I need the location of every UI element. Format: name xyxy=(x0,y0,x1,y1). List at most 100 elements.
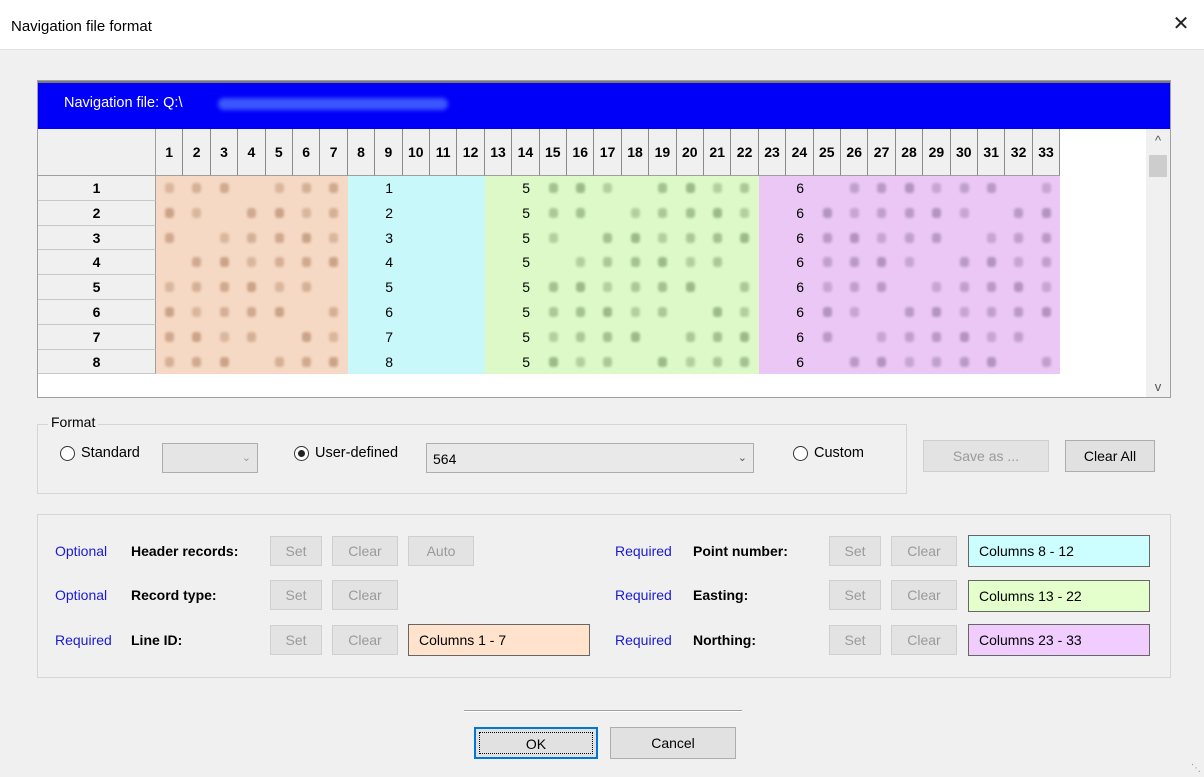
scroll-down-icon[interactable]: v xyxy=(1146,377,1170,397)
user-defined-dropdown[interactable]: 564 ⌄ xyxy=(426,443,754,473)
column-header[interactable]: 22 xyxy=(731,129,759,176)
column-header[interactable]: 2 xyxy=(183,129,211,176)
column-header[interactable]: 9 xyxy=(375,129,403,176)
redacted-cell xyxy=(685,207,695,218)
record-type-clear-button[interactable]: Clear xyxy=(332,580,398,610)
standard-dropdown[interactable]: ⌄ xyxy=(162,443,258,473)
line-id-clear-button[interactable]: Clear xyxy=(332,625,398,655)
vertical-scrollbar[interactable]: ^ v xyxy=(1146,129,1170,397)
point-number-cell: 6 xyxy=(385,304,393,320)
column-header[interactable]: 28 xyxy=(895,129,924,176)
header-auto-button[interactable]: Auto xyxy=(408,536,474,566)
record-type-set-button[interactable]: Set xyxy=(270,580,322,610)
redacted-cell xyxy=(548,356,558,367)
row-header[interactable]: 8 xyxy=(38,349,156,375)
row-header[interactable]: 2 xyxy=(38,200,156,226)
redacted-cell xyxy=(987,282,996,293)
redacted-cell xyxy=(576,331,585,342)
redacted-cell xyxy=(302,356,311,367)
point-number-label: Point number: xyxy=(693,543,788,559)
column-header[interactable]: 10 xyxy=(402,129,430,176)
point-number-set-button[interactable]: Set xyxy=(829,536,881,566)
redacted-cell xyxy=(877,356,887,367)
grid-area[interactable]: 1 2 3 4 5 6 7 8 9 10 11 12 13 14 15 16 17 18 19 20 21 22 23 24 2… xyxy=(38,129,1146,397)
column-header[interactable]: 13 xyxy=(484,129,513,176)
navigation-file-banner: Navigation file: Q:\ xyxy=(38,81,1170,129)
format-legend: Format xyxy=(48,414,99,430)
row-header[interactable]: 3 xyxy=(38,225,156,251)
column-header[interactable]: 33 xyxy=(1032,129,1061,176)
row-header[interactable]: 6 xyxy=(38,300,156,325)
column-header[interactable]: 18 xyxy=(621,129,650,176)
column-header[interactable]: 14 xyxy=(512,129,540,176)
user-defined-radio[interactable] xyxy=(294,446,309,461)
close-button[interactable]: ✕ xyxy=(1158,4,1204,44)
northing-clear-button[interactable]: Clear xyxy=(891,625,957,655)
header-clear-button[interactable]: Clear xyxy=(332,536,398,566)
redacted-cell xyxy=(932,232,942,243)
custom-radio[interactable] xyxy=(793,446,808,461)
scroll-up-icon[interactable]: ^ xyxy=(1146,131,1170,151)
ok-button[interactable]: OK xyxy=(474,727,598,759)
column-header[interactable]: 20 xyxy=(676,129,704,176)
redacted-cell xyxy=(987,183,996,193)
save-as-button[interactable]: Save as ... xyxy=(923,440,1049,472)
column-header[interactable]: 19 xyxy=(649,129,677,176)
redacted-cell xyxy=(192,356,202,367)
standard-label: Standard xyxy=(81,445,140,461)
redacted-cell xyxy=(904,356,914,367)
redacted-cell xyxy=(219,307,229,317)
row-header[interactable]: 4 xyxy=(38,250,156,276)
column-header[interactable]: 24 xyxy=(786,129,814,176)
column-header[interactable]: 23 xyxy=(758,129,787,176)
point-number-cell: 3 xyxy=(385,229,393,246)
redacted-cell xyxy=(877,207,887,218)
resize-grip-icon[interactable]: ⋱ xyxy=(1191,763,1201,774)
column-header[interactable]: 21 xyxy=(704,129,732,176)
redacted-cell xyxy=(274,282,284,293)
point-number-clear-button[interactable]: Clear xyxy=(891,536,957,566)
column-header[interactable]: 17 xyxy=(594,129,622,176)
column-header[interactable]: 11 xyxy=(430,129,458,176)
column-header[interactable]: 12 xyxy=(457,129,485,176)
column-header[interactable]: 25 xyxy=(813,129,841,176)
redacted-cell xyxy=(274,356,284,367)
line-id-set-button[interactable]: Set xyxy=(270,625,322,655)
row-header[interactable]: 5 xyxy=(38,275,156,300)
column-header[interactable]: 32 xyxy=(1005,129,1033,176)
redacted-cell xyxy=(630,232,640,243)
column-header[interactable]: 30 xyxy=(950,129,978,176)
column-header[interactable]: 3 xyxy=(210,129,239,176)
northing-label: Northing: xyxy=(693,632,756,648)
easting-clear-button[interactable]: Clear xyxy=(891,580,957,610)
redacted-cell xyxy=(630,307,640,317)
redacted-cell xyxy=(192,207,202,218)
field-definitions: Optional Header records: Set Clear Auto … xyxy=(37,514,1171,678)
column-header[interactable]: 4 xyxy=(238,129,266,176)
northing-set-button[interactable]: Set xyxy=(829,625,881,655)
row-header[interactable]: 1 xyxy=(38,176,156,201)
column-header[interactable]: 5 xyxy=(265,129,293,176)
row-header[interactable]: 7 xyxy=(38,324,156,350)
column-header[interactable]: 15 xyxy=(539,129,567,176)
clear-all-button[interactable]: Clear All xyxy=(1065,440,1155,472)
redacted-cell xyxy=(932,356,942,367)
column-header[interactable]: 6 xyxy=(293,129,321,176)
column-header[interactable]: 31 xyxy=(978,129,1006,176)
column-header[interactable]: 7 xyxy=(320,129,348,176)
column-header[interactable]: 8 xyxy=(347,129,376,176)
column-header[interactable]: 16 xyxy=(567,129,595,176)
standard-radio[interactable] xyxy=(60,446,75,461)
redacted-cell xyxy=(274,232,284,243)
easting-set-button[interactable]: Set xyxy=(829,580,881,610)
column-header[interactable]: 26 xyxy=(841,129,869,176)
column-header[interactable]: 1 xyxy=(156,129,184,176)
cancel-button[interactable]: Cancel xyxy=(610,727,736,759)
redacted-cell xyxy=(740,183,750,193)
line-id-label: Line ID: xyxy=(131,632,183,648)
header-set-button[interactable]: Set xyxy=(270,536,322,566)
column-header[interactable]: 29 xyxy=(923,129,951,176)
scroll-thumb[interactable] xyxy=(1149,155,1167,177)
point-number-cell: 2 xyxy=(385,204,393,221)
column-header[interactable]: 27 xyxy=(868,129,896,176)
